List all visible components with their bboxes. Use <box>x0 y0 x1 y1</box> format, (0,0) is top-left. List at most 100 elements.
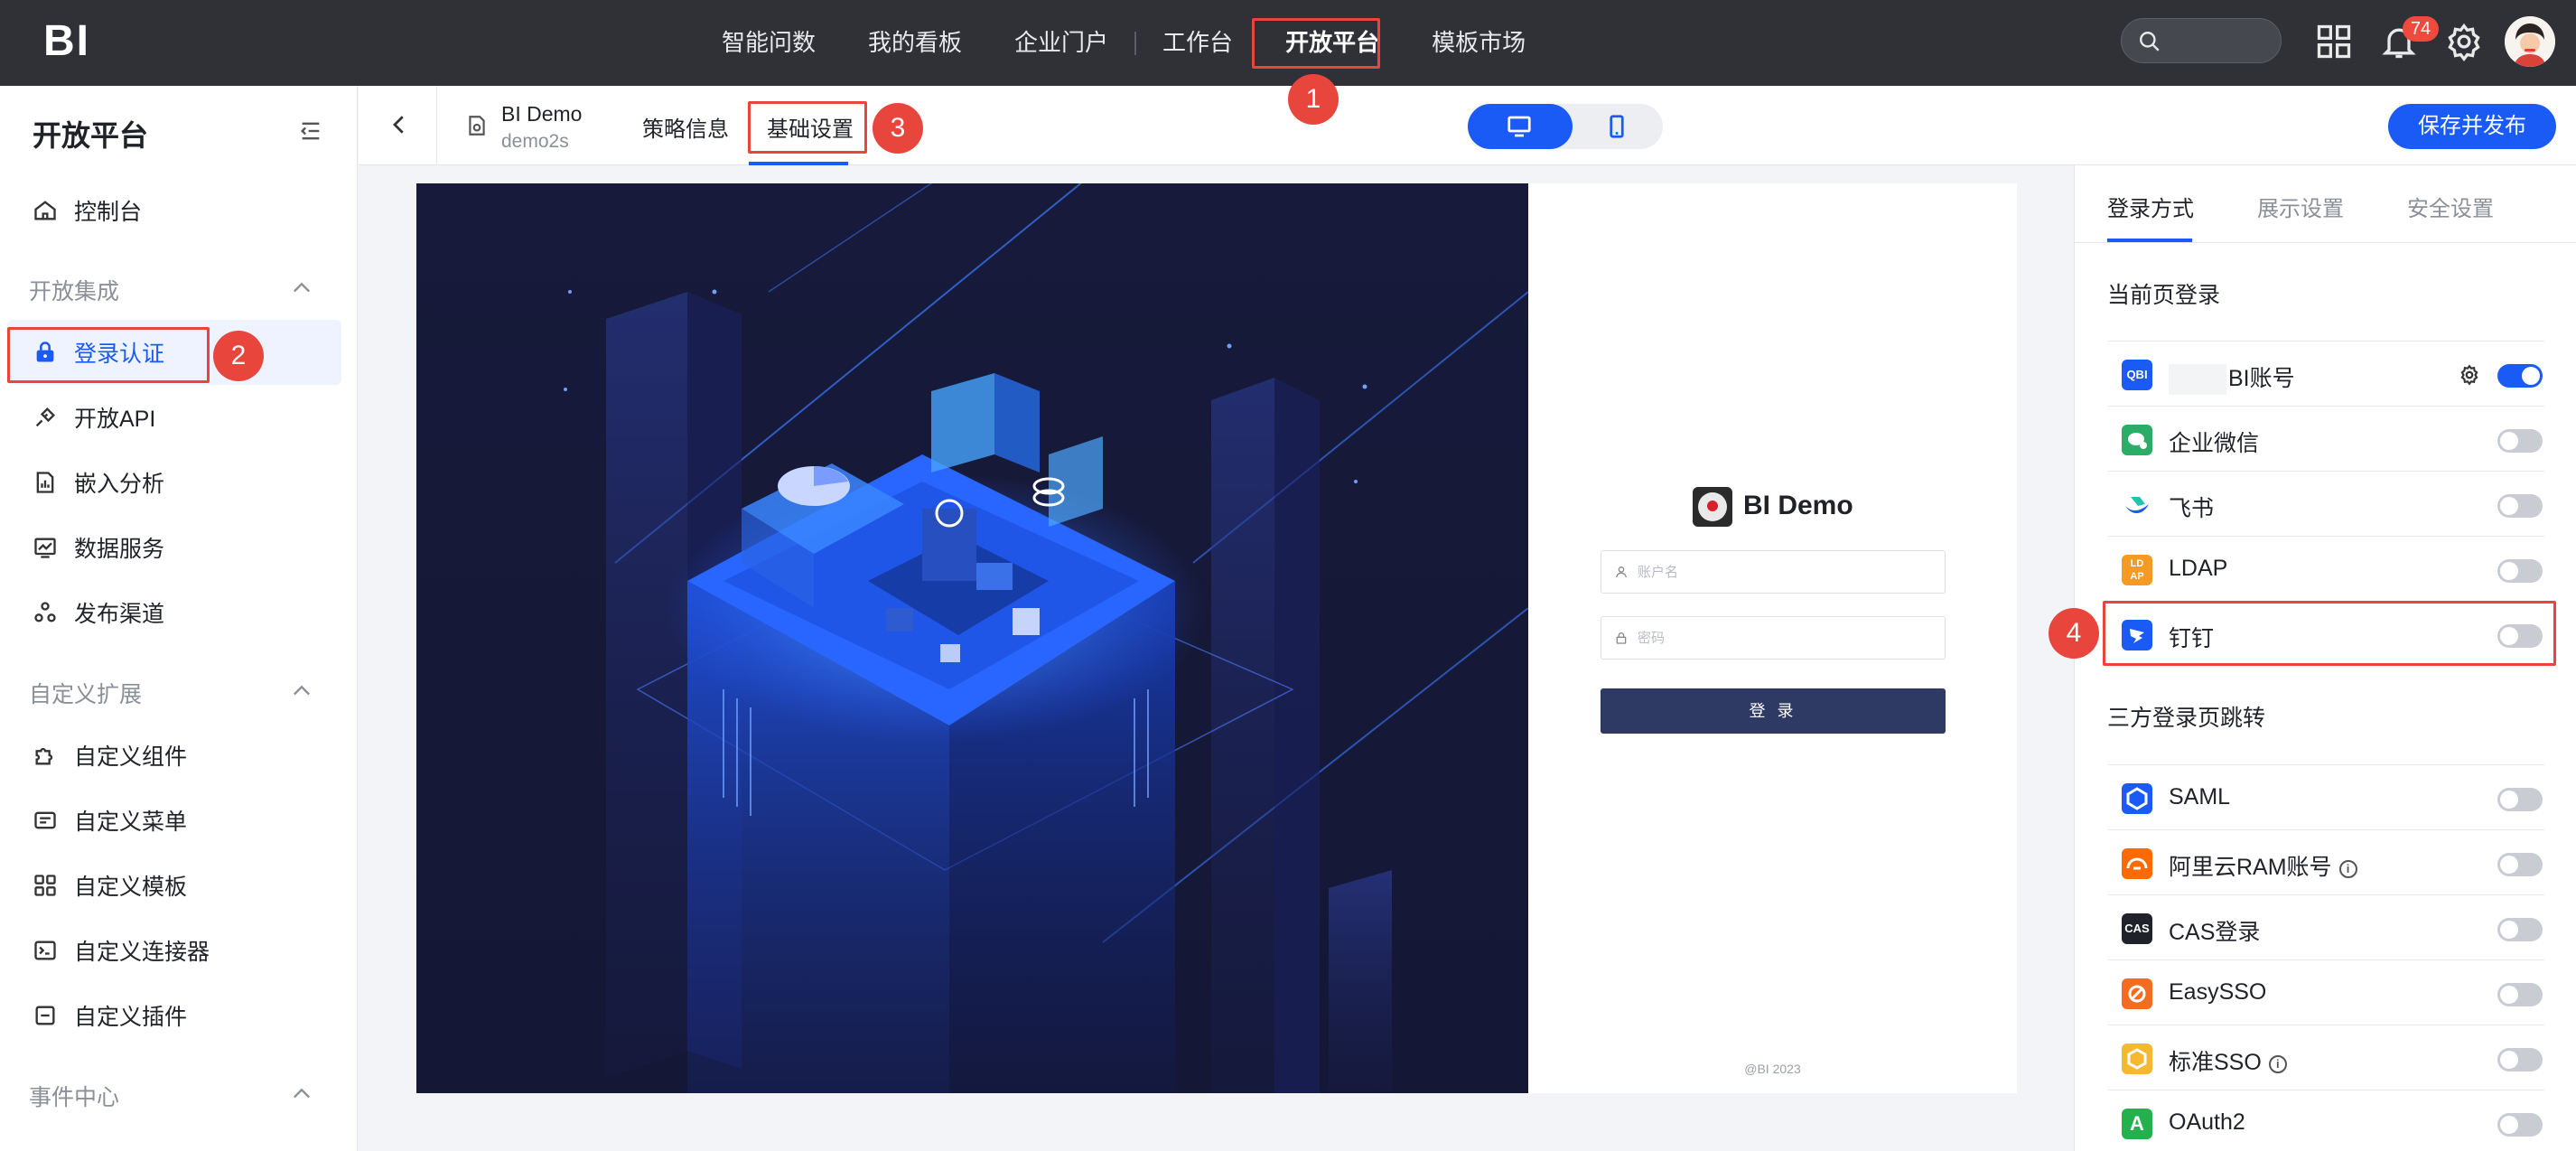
avatar[interactable] <box>2505 16 2555 67</box>
sidebar-item-custom-connector[interactable]: 自定义连接器 <box>7 918 341 983</box>
sidebar-group-integration[interactable]: 开放集成 <box>29 274 119 306</box>
nav-open-platform[interactable]: 开放平台 <box>1259 0 1405 86</box>
login-method-label: BI账号 <box>2169 360 2295 396</box>
dingtalk-toggle[interactable] <box>2497 624 2543 648</box>
gear-icon[interactable] <box>2444 22 2484 61</box>
policy-name: BI Demo <box>501 102 583 126</box>
device-toggle[interactable] <box>1468 104 1663 149</box>
sidebar-item-label: 数据服务 <box>74 537 165 562</box>
bi-account-toggle[interactable] <box>2497 364 2543 388</box>
search-input[interactable] <box>2121 18 2282 63</box>
dingtalk-icon <box>2122 620 2152 650</box>
search-icon <box>2140 32 2160 51</box>
sidebar-item-label: 控制台 <box>74 200 143 225</box>
login-method-oauth2: A OAuth2 <box>2107 1090 2544 1151</box>
header-divider <box>436 86 437 165</box>
back-arrow-icon[interactable] <box>386 111 413 138</box>
ldap-icon: LD AP <box>2122 555 2152 585</box>
login-method-name: 标准SSO <box>2169 1050 2262 1075</box>
tab-security-settings[interactable]: 安全设置 <box>2407 191 2494 222</box>
app-logo[interactable]: BI <box>43 16 90 66</box>
apps-grid-icon[interactable] <box>2314 22 2354 61</box>
nav-my-dashboard[interactable]: 我的看板 <box>842 0 988 86</box>
sidebar-item-label: 嵌入分析 <box>74 472 165 497</box>
gear-icon[interactable] <box>2458 363 2481 387</box>
login-method-label: 标准SSO i <box>2169 1044 2287 1077</box>
wecom-toggle[interactable] <box>2497 429 2543 453</box>
login-method-label: 阿里云RAM账号 i <box>2169 849 2357 882</box>
sidebar-group-events[interactable]: 事件中心 <box>29 1080 119 1112</box>
sidebar-title: 开放平台 <box>33 119 149 152</box>
panel-divider <box>2075 242 2576 243</box>
tab-policy-info[interactable]: 策略信息 <box>642 111 729 143</box>
feishu-toggle[interactable] <box>2497 494 2543 518</box>
login-method-saml: SAML <box>2107 764 2544 829</box>
info-icon[interactable]: i <box>2268 1055 2287 1073</box>
cas-toggle[interactable] <box>2497 918 2543 941</box>
login-method-label: OAuth2 <box>2169 1109 2245 1135</box>
sidebar-item-login-auth[interactable]: 登录认证 <box>7 320 341 385</box>
lock-icon <box>1616 632 1627 644</box>
sidebar-item-embed-analysis[interactable]: 嵌入分析 <box>7 450 341 515</box>
sidebar-item-label: 自定义连接器 <box>74 940 210 965</box>
top-bar: BI 智能问数 我的看板 企业门户 工作台 开放平台 模板市场 74 <box>0 0 2576 86</box>
sidebar-item-publish-channel[interactable]: 发布渠道 <box>7 580 341 645</box>
section-current-login: 当前页登录 <box>2107 283 2221 308</box>
standard-sso-toggle[interactable] <box>2497 1048 2543 1071</box>
nav-workbench[interactable]: 工作台 <box>1136 0 1259 86</box>
policy-code: demo2s <box>501 131 569 152</box>
nav-template-market[interactable]: 模板市场 <box>1405 0 1552 86</box>
section-third-party-redirect: 三方登录页跳转 <box>2107 706 2266 731</box>
login-method-label: LDAP <box>2169 556 2228 581</box>
tab-basic-settings[interactable]: 基础设置 <box>767 111 854 143</box>
sidebar-item-open-api[interactable]: 开放API <box>7 385 341 450</box>
sidebar-item-custom-template[interactable]: 自定义模板 <box>7 853 341 918</box>
nav-enterprise-portal[interactable]: 企业门户 <box>988 0 1134 86</box>
save-and-publish-button[interactable]: 保存并发布 <box>2388 104 2556 149</box>
avatar-image <box>2505 16 2555 67</box>
password-placeholder: 密码 <box>1638 631 1666 646</box>
tab-display-settings[interactable]: 展示设置 <box>2257 191 2344 222</box>
username-field[interactable]: 账户名 <box>1601 550 1946 594</box>
settings-panel: 登录方式 展示设置 安全设置 当前页登录 QBI BI账号 企业微信 飞书 LD… <box>2074 165 2576 1151</box>
tab-login-method[interactable]: 登录方式 <box>2107 191 2194 222</box>
login-method-bi-account: QBI BI账号 <box>2107 341 2544 406</box>
sidebar-item-label: 开放API <box>74 407 156 432</box>
info-icon[interactable]: i <box>2338 860 2357 878</box>
login-method-label: 钉钉 <box>2169 626 2215 651</box>
oauth2-toggle[interactable] <box>2497 1113 2543 1137</box>
mobile-icon[interactable] <box>1601 113 1632 140</box>
sidebar-item-label: 自定义模板 <box>74 875 188 900</box>
sidebar-item-custom-plugin[interactable]: 自定义插件 <box>7 983 341 1048</box>
menu-card-icon <box>34 811 56 829</box>
login-illustration <box>416 183 1528 1093</box>
saml-icon <box>2122 783 2152 814</box>
share-nodes-icon <box>34 602 56 622</box>
login-button[interactable]: 登 录 <box>1601 688 1946 734</box>
user-icon <box>1616 566 1627 578</box>
redacted-block <box>2169 364 2226 396</box>
login-method-wecom: 企业微信 <box>2107 406 2544 471</box>
ldap-toggle[interactable] <box>2497 559 2543 583</box>
sidebar-item-console[interactable]: 控制台 <box>7 178 341 243</box>
sidebar-item-custom-menu[interactable]: 自定义菜单 <box>7 788 341 853</box>
easysso-toggle[interactable] <box>2497 983 2543 1006</box>
cas-icon: CAS <box>2122 913 2152 944</box>
sidebar-item-custom-component[interactable]: 自定义组件 <box>7 723 341 788</box>
chevron-up-icon[interactable] <box>289 276 314 301</box>
aliyun-ram-toggle[interactable] <box>2497 853 2543 876</box>
chevron-up-icon[interactable] <box>289 1081 314 1107</box>
annotation-step-1: 1 <box>1288 74 1339 125</box>
login-method-standard-sso: 标准SSO i <box>2107 1025 2544 1090</box>
home-icon <box>34 201 56 220</box>
chevron-up-icon[interactable] <box>289 678 314 704</box>
saml-toggle[interactable] <box>2497 788 2543 811</box>
nav-smart-query[interactable]: 智能问数 <box>695 0 842 86</box>
login-method-cas: CAS CAS登录 <box>2107 894 2544 959</box>
terminal-icon <box>34 940 56 960</box>
password-field[interactable]: 密码 <box>1601 616 1946 660</box>
desktop-icon[interactable] <box>1504 113 1535 140</box>
sidebar-item-data-service[interactable]: 数据服务 <box>7 515 341 580</box>
collapse-sidebar-icon[interactable] <box>298 118 323 144</box>
sidebar-group-custom[interactable]: 自定义扩展 <box>29 677 142 709</box>
